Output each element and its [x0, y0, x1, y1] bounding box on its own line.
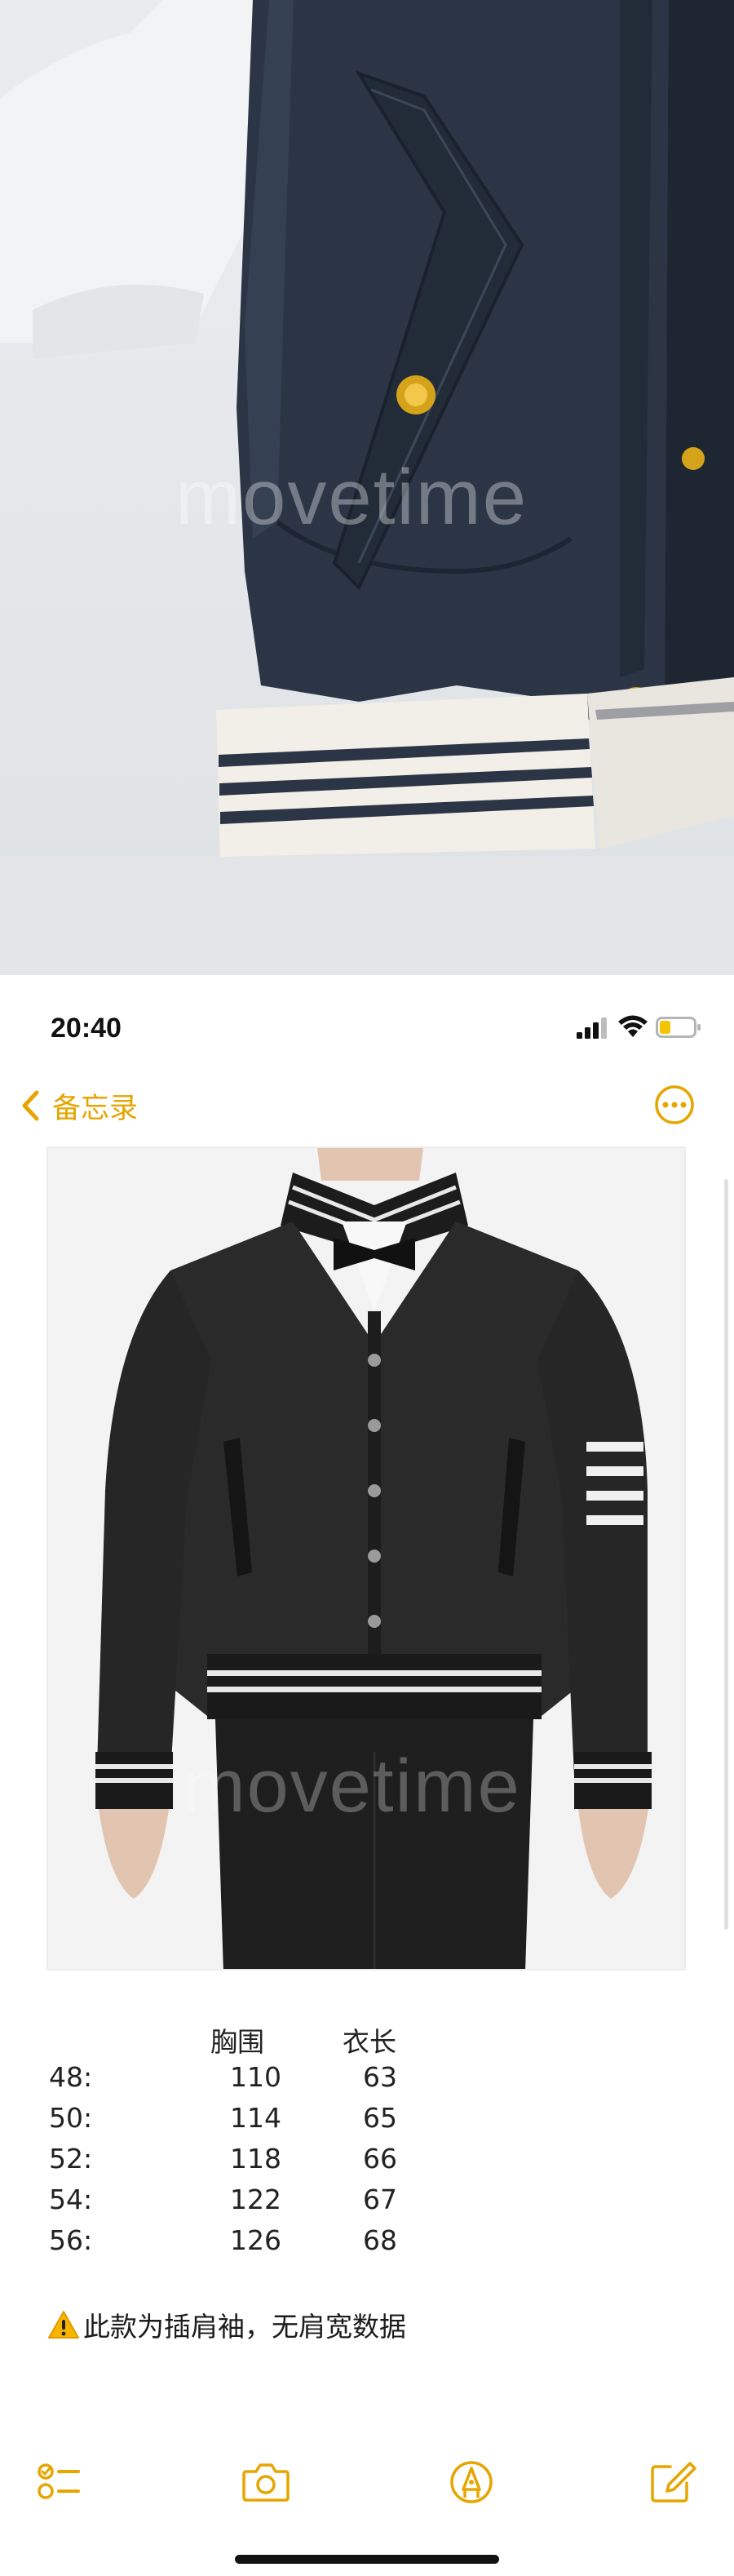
note-remark: 此款为插肩袖，无肩宽数据 [47, 2305, 406, 2344]
size-row: 52: 118 66 [49, 2143, 473, 2184]
battery-low-icon [656, 1017, 701, 1038]
bottom-toolbar [0, 2427, 734, 2534]
chest-value: 110 [230, 2061, 281, 2093]
scroll-indicator[interactable] [724, 1179, 728, 1930]
note-body[interactable]: movetime 胸围 衣长 48: 110 63 50: 114 65 52:… [0, 1146, 734, 2419]
product-photo-closeup: movetime [0, 0, 734, 975]
size-row: 54: 122 67 [49, 2184, 473, 2224]
status-time: 20:40 [51, 1013, 122, 1044]
markup-pen-icon[interactable] [447, 2460, 496, 2504]
size-label: 54: [49, 2184, 93, 2215]
length-value: 66 [363, 2143, 397, 2175]
length-value: 68 [363, 2224, 397, 2256]
size-row: 48: 110 63 [49, 2061, 473, 2102]
navigation-bar: 备忘录 [0, 1065, 734, 1146]
remark-text: 此款为插肩袖，无肩宽数据 [83, 2311, 406, 2343]
watermark: movetime [175, 454, 528, 541]
chest-value: 118 [230, 2143, 281, 2175]
size-label: 48: [49, 2061, 93, 2093]
watermark: movetime [183, 1745, 521, 1828]
camera-icon[interactable] [241, 2460, 290, 2504]
checklist-icon[interactable] [36, 2460, 85, 2504]
back-button[interactable]: 备忘录 [20, 1083, 138, 1128]
home-indicator[interactable] [235, 2555, 499, 2564]
compose-icon[interactable] [649, 2460, 698, 2504]
note-image-product-model[interactable]: movetime [46, 1146, 686, 1971]
header-length: 衣长 [343, 2026, 396, 2058]
wifi-icon [618, 1015, 648, 1037]
chest-value: 126 [230, 2224, 281, 2256]
size-table-header: 胸围 衣长 [49, 2020, 473, 2061]
warning-icon [48, 2311, 79, 2339]
size-label: 56: [49, 2224, 93, 2256]
size-table: 胸围 衣长 48: 110 63 50: 114 65 52: 118 66 5… [49, 2020, 473, 2265]
more-options-icon[interactable] [654, 1084, 695, 1125]
status-bar: 20:40 [0, 975, 734, 1065]
chevron-left-icon [22, 1090, 39, 1121]
size-label: 52: [49, 2143, 93, 2175]
size-label: 50: [49, 2102, 93, 2134]
cellular-signal-icon [577, 1018, 607, 1039]
header-chest: 胸围 [210, 2026, 264, 2058]
back-label: 备忘录 [52, 1092, 139, 1125]
notes-app-screen: 20:40 备忘录 movetime 胸围 衣长 48: 110 63 50: … [0, 975, 734, 2576]
chest-value: 122 [230, 2184, 281, 2215]
model-jacket-illustration [48, 1148, 684, 1969]
size-row: 56: 126 68 [49, 2224, 473, 2265]
size-row: 50: 114 65 [49, 2102, 473, 2143]
length-value: 65 [363, 2102, 397, 2134]
length-value: 63 [363, 2061, 397, 2093]
chest-value: 114 [230, 2102, 281, 2134]
length-value: 67 [363, 2184, 397, 2215]
